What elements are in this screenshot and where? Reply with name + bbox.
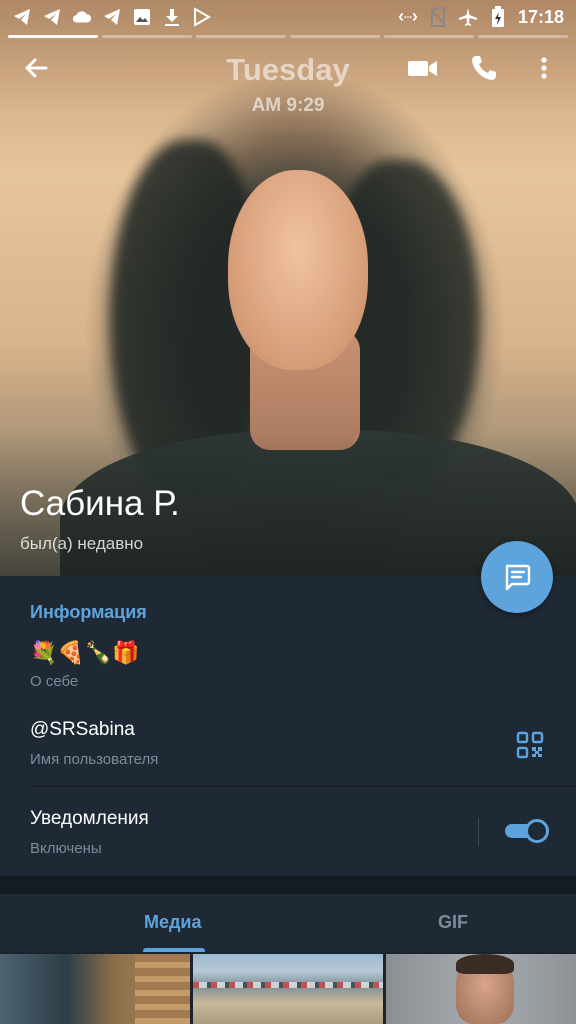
download-icon — [162, 7, 182, 27]
arrow-left-icon — [25, 58, 48, 78]
divider — [30, 786, 576, 787]
clock: 17:18 — [517, 6, 564, 27]
message-icon — [505, 564, 531, 591]
media-thumbnail[interactable] — [0, 954, 190, 1024]
media-tabs: Медиа GIF — [0, 894, 576, 952]
video-camera-icon — [408, 61, 437, 76]
telegram-icon — [102, 7, 122, 27]
top-action-bar — [0, 44, 576, 92]
send-message-button[interactable] — [481, 541, 553, 613]
photo-progress-bar — [8, 35, 98, 38]
bio-label: О себе — [30, 673, 79, 690]
toggle-knob — [525, 819, 549, 843]
media-grid — [0, 954, 576, 1024]
media-thumbnail[interactable] — [193, 954, 383, 1024]
username-value[interactable]: @SRSabina — [30, 719, 135, 741]
status-bar: 17:18 — [0, 0, 576, 34]
info-section-title: Информация — [30, 602, 147, 622]
info-section: Информация 💐🍕🍾🎁 О себе @SRSabina Имя пол… — [0, 576, 576, 876]
photo-progress-bar — [102, 35, 192, 38]
username-label: Имя пользователя — [30, 751, 159, 768]
airplane-icon — [458, 7, 478, 27]
video-call-button[interactable] — [406, 52, 440, 84]
photo-progress-bar — [478, 35, 568, 38]
notifications-title[interactable]: Уведомления — [30, 808, 149, 830]
photo-time-stamp: AM 9:29 — [251, 95, 325, 116]
active-tab-indicator — [143, 948, 205, 952]
image-icon — [132, 7, 152, 27]
photo-progress-bar — [290, 35, 380, 38]
photo-progress-bars — [8, 35, 568, 38]
more-vertical-icon — [541, 57, 547, 79]
profile-last-seen: был(а) недавно — [20, 534, 144, 553]
profile-name: Сабина Р. — [20, 484, 180, 523]
no-sim-icon — [428, 7, 448, 27]
telegram-icon — [12, 7, 32, 27]
play-store-icon — [192, 7, 212, 27]
media-thumbnail[interactable] — [386, 954, 576, 1024]
section-gap — [0, 876, 576, 894]
phone-icon — [472, 56, 496, 80]
system-icons: 17:18 — [398, 6, 564, 28]
qr-code-button[interactable] — [516, 731, 544, 759]
notifications-status: Включены — [30, 840, 102, 857]
telegram-icon — [42, 7, 62, 27]
bio-text[interactable]: 💐🍕🍾🎁 — [30, 640, 140, 666]
cloud-icon — [72, 7, 92, 27]
notification-icons — [12, 7, 212, 27]
photo-progress-bar — [384, 35, 474, 38]
tab-media[interactable]: Медиа — [144, 912, 202, 933]
notifications-toggle[interactable] — [505, 819, 549, 843]
photo-progress-bar — [196, 35, 286, 38]
back-button[interactable] — [20, 52, 52, 84]
vertical-separator — [478, 818, 479, 846]
voice-call-button[interactable] — [468, 52, 500, 84]
tab-gif[interactable]: GIF — [438, 912, 468, 933]
more-options-button[interactable] — [530, 52, 558, 84]
nfc-icon — [398, 7, 418, 27]
qr-code-icon — [516, 731, 544, 759]
battery-icon — [488, 6, 508, 27]
